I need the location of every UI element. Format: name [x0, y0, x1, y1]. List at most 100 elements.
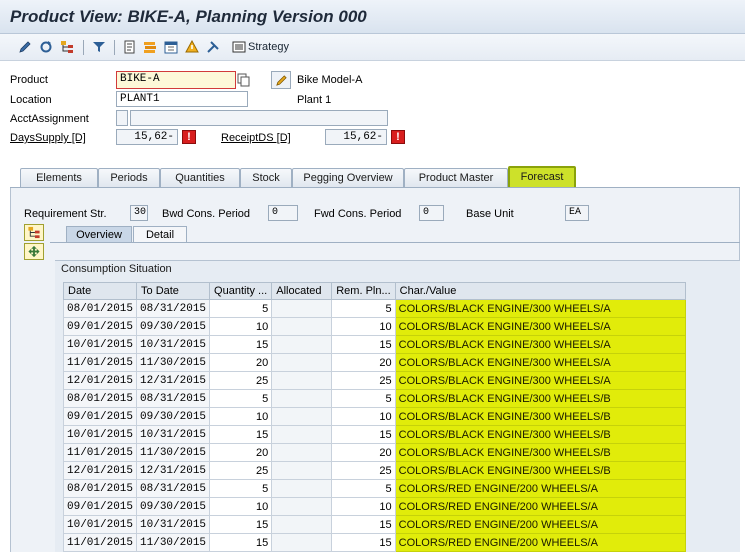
cell-char-value[interactable]: COLORS/RED ENGINE/200 WHEELS/A	[394, 479, 686, 498]
cell-allocated[interactable]	[271, 317, 333, 336]
column-header-allocated[interactable]: Allocated	[271, 282, 333, 300]
tab-stock[interactable]: Stock	[240, 168, 292, 188]
tab-elements[interactable]: Elements	[20, 168, 98, 188]
tab-pegging-overview[interactable]: Pegging Overview	[292, 168, 404, 188]
cell-date[interactable]: 11/01/2015	[62, 443, 138, 462]
cell-date[interactable]: 10/01/2015	[62, 335, 138, 354]
cell-date[interactable]: 09/01/2015	[62, 317, 138, 336]
cell-quantity[interactable]: 20	[209, 443, 273, 462]
cell-rem-pln[interactable]: 25	[331, 461, 396, 480]
cell-char-value[interactable]: COLORS/BLACK ENGINE/300 WHEELS/B	[394, 461, 686, 480]
column-header-date[interactable]: Date	[62, 282, 138, 300]
cell-date[interactable]: 12/01/2015	[62, 371, 138, 390]
column-header-char-value[interactable]: Char./Value	[394, 282, 686, 300]
cell-date[interactable]: 08/01/2015	[62, 479, 138, 498]
cell-rem-pln[interactable]: 10	[331, 407, 396, 426]
cell-quantity[interactable]: 5	[209, 389, 273, 408]
cell-date[interactable]: 12/01/2015	[62, 461, 138, 480]
table-row[interactable]: 08/01/2015 08/31/2015 5 5 COLORS/BLACK ENGIN…	[62, 299, 686, 318]
cell-char-value[interactable]: COLORS/RED ENGINE/200 WHEELS/A	[394, 497, 686, 516]
cell-quantity[interactable]: 10	[209, 497, 273, 516]
table-row[interactable]: 11/01/2015 11/30/2015 20 20 COLORS/BLACK ENG…	[62, 353, 686, 372]
cell-allocated[interactable]	[271, 299, 333, 318]
tab-quantities[interactable]: Quantities	[160, 168, 240, 188]
cell-char-value[interactable]: COLORS/BLACK ENGINE/300 WHEELS/A	[394, 371, 686, 390]
receiptds-alert-icon[interactable]: !	[391, 130, 405, 144]
strategy-button[interactable]: Strategy	[248, 41, 289, 53]
cell-to-date[interactable]: 09/30/2015	[136, 407, 211, 426]
cell-date[interactable]: 09/01/2015	[62, 407, 138, 426]
tab-product-master[interactable]: Product Master	[404, 168, 508, 188]
cell-char-value[interactable]: COLORS/BLACK ENGINE/300 WHEELS/A	[394, 299, 686, 318]
table-row[interactable]: 10/01/2015 10/31/2015 15 15 COLORS/BLACK ENG…	[62, 425, 686, 444]
hierarchy-icon[interactable]	[60, 40, 74, 54]
cell-char-value[interactable]: COLORS/RED ENGINE/200 WHEELS/A	[394, 515, 686, 534]
column-header-to-date[interactable]: To Date	[136, 282, 211, 300]
cell-date[interactable]: 10/01/2015	[62, 515, 138, 534]
cell-rem-pln[interactable]: 10	[331, 317, 396, 336]
cell-char-value[interactable]: COLORS/BLACK ENGINE/300 WHEELS/B	[394, 443, 686, 462]
cell-quantity[interactable]: 5	[209, 479, 273, 498]
cell-char-value[interactable]: COLORS/RED ENGINE/200 WHEELS/A	[394, 533, 686, 552]
cell-allocated[interactable]	[271, 479, 333, 498]
cell-date[interactable]: 11/01/2015	[62, 353, 138, 372]
cell-quantity[interactable]: 15	[209, 425, 273, 444]
cell-to-date[interactable]: 12/31/2015	[136, 461, 211, 480]
acct-assignment-input[interactable]	[116, 110, 128, 126]
cell-date[interactable]: 08/01/2015	[62, 389, 138, 408]
cell-to-date[interactable]: 08/31/2015	[136, 479, 211, 498]
cell-allocated[interactable]	[271, 407, 333, 426]
table-row[interactable]: 12/01/2015 12/31/2015 25 25 COLORS/BLACK ENG…	[62, 461, 686, 480]
cell-rem-pln[interactable]: 5	[331, 389, 396, 408]
cell-char-value[interactable]: COLORS/BLACK ENGINE/300 WHEELS/A	[394, 317, 686, 336]
cell-allocated[interactable]	[271, 533, 333, 552]
cell-quantity[interactable]: 5	[209, 299, 273, 318]
hierarchy-toggle-button[interactable]	[24, 224, 44, 241]
cell-char-value[interactable]: COLORS/BLACK ENGINE/300 WHEELS/A	[394, 353, 686, 372]
cell-rem-pln[interactable]: 15	[331, 335, 396, 354]
column-header-rem-pln[interactable]: Rem. Pln...	[331, 282, 396, 300]
cell-char-value[interactable]: COLORS/BLACK ENGINE/300 WHEELS/A	[394, 335, 686, 354]
table-row[interactable]: 10/01/2015 10/31/2015 15 15 COLORS/BLACK ENG…	[62, 335, 686, 354]
cell-allocated[interactable]	[271, 425, 333, 444]
cell-rem-pln[interactable]: 15	[331, 533, 396, 552]
cell-quantity[interactable]: 15	[209, 335, 273, 354]
cell-date[interactable]: 08/01/2015	[62, 299, 138, 318]
cell-date[interactable]: 11/01/2015	[62, 533, 138, 552]
cell-date[interactable]: 10/01/2015	[62, 425, 138, 444]
cell-to-date[interactable]: 08/31/2015	[136, 299, 211, 318]
tools-icon[interactable]	[206, 40, 220, 54]
subtab-overview[interactable]: Overview	[66, 226, 132, 243]
table-row[interactable]: 10/01/2015 10/31/2015 15 15 COLORS/RED ENGIN…	[62, 515, 686, 534]
cell-quantity[interactable]: 10	[209, 317, 273, 336]
cell-rem-pln[interactable]: 20	[331, 443, 396, 462]
table-row[interactable]: 08/01/2015 08/31/2015 5 5 COLORS/BLACK ENGIN…	[62, 389, 686, 408]
document-icon[interactable]	[123, 40, 137, 54]
receiptds-label[interactable]: ReceiptDS [D]	[221, 132, 291, 144]
cell-allocated[interactable]	[271, 353, 333, 372]
table-row[interactable]: 09/01/2015 09/30/2015 10 10 COLORS/RED ENGIN…	[62, 497, 686, 516]
copy-icon[interactable]	[237, 73, 251, 87]
cell-to-date[interactable]: 10/31/2015	[136, 335, 211, 354]
cell-char-value[interactable]: COLORS/BLACK ENGINE/300 WHEELS/B	[394, 407, 686, 426]
stack-icon[interactable]	[143, 40, 157, 54]
column-header-quantity[interactable]: Quantity ...	[209, 282, 273, 300]
cell-to-date[interactable]: 10/31/2015	[136, 425, 211, 444]
cell-quantity[interactable]: 15	[209, 533, 273, 552]
cell-allocated[interactable]	[271, 515, 333, 534]
dayssupply-alert-icon[interactable]: !	[182, 130, 196, 144]
table-row[interactable]: 08/01/2015 08/31/2015 5 5 COLORS/RED ENGINE/…	[62, 479, 686, 498]
refresh-icon[interactable]	[39, 40, 53, 54]
cell-quantity[interactable]: 15	[209, 515, 273, 534]
strategy-icon[interactable]	[232, 40, 246, 54]
pencil-icon[interactable]	[18, 40, 32, 54]
cell-quantity[interactable]: 25	[209, 371, 273, 390]
cell-rem-pln[interactable]: 5	[331, 479, 396, 498]
cell-to-date[interactable]: 11/30/2015	[136, 533, 211, 552]
cell-rem-pln[interactable]: 10	[331, 497, 396, 516]
cell-char-value[interactable]: COLORS/BLACK ENGINE/300 WHEELS/B	[394, 389, 686, 408]
cell-char-value[interactable]: COLORS/BLACK ENGINE/300 WHEELS/B	[394, 425, 686, 444]
table-row[interactable]: 09/01/2015 09/30/2015 10 10 COLORS/BLACK ENG…	[62, 407, 686, 426]
edit-product-button[interactable]	[271, 71, 291, 89]
table-row[interactable]: 12/01/2015 12/31/2015 25 25 COLORS/BLACK ENG…	[62, 371, 686, 390]
